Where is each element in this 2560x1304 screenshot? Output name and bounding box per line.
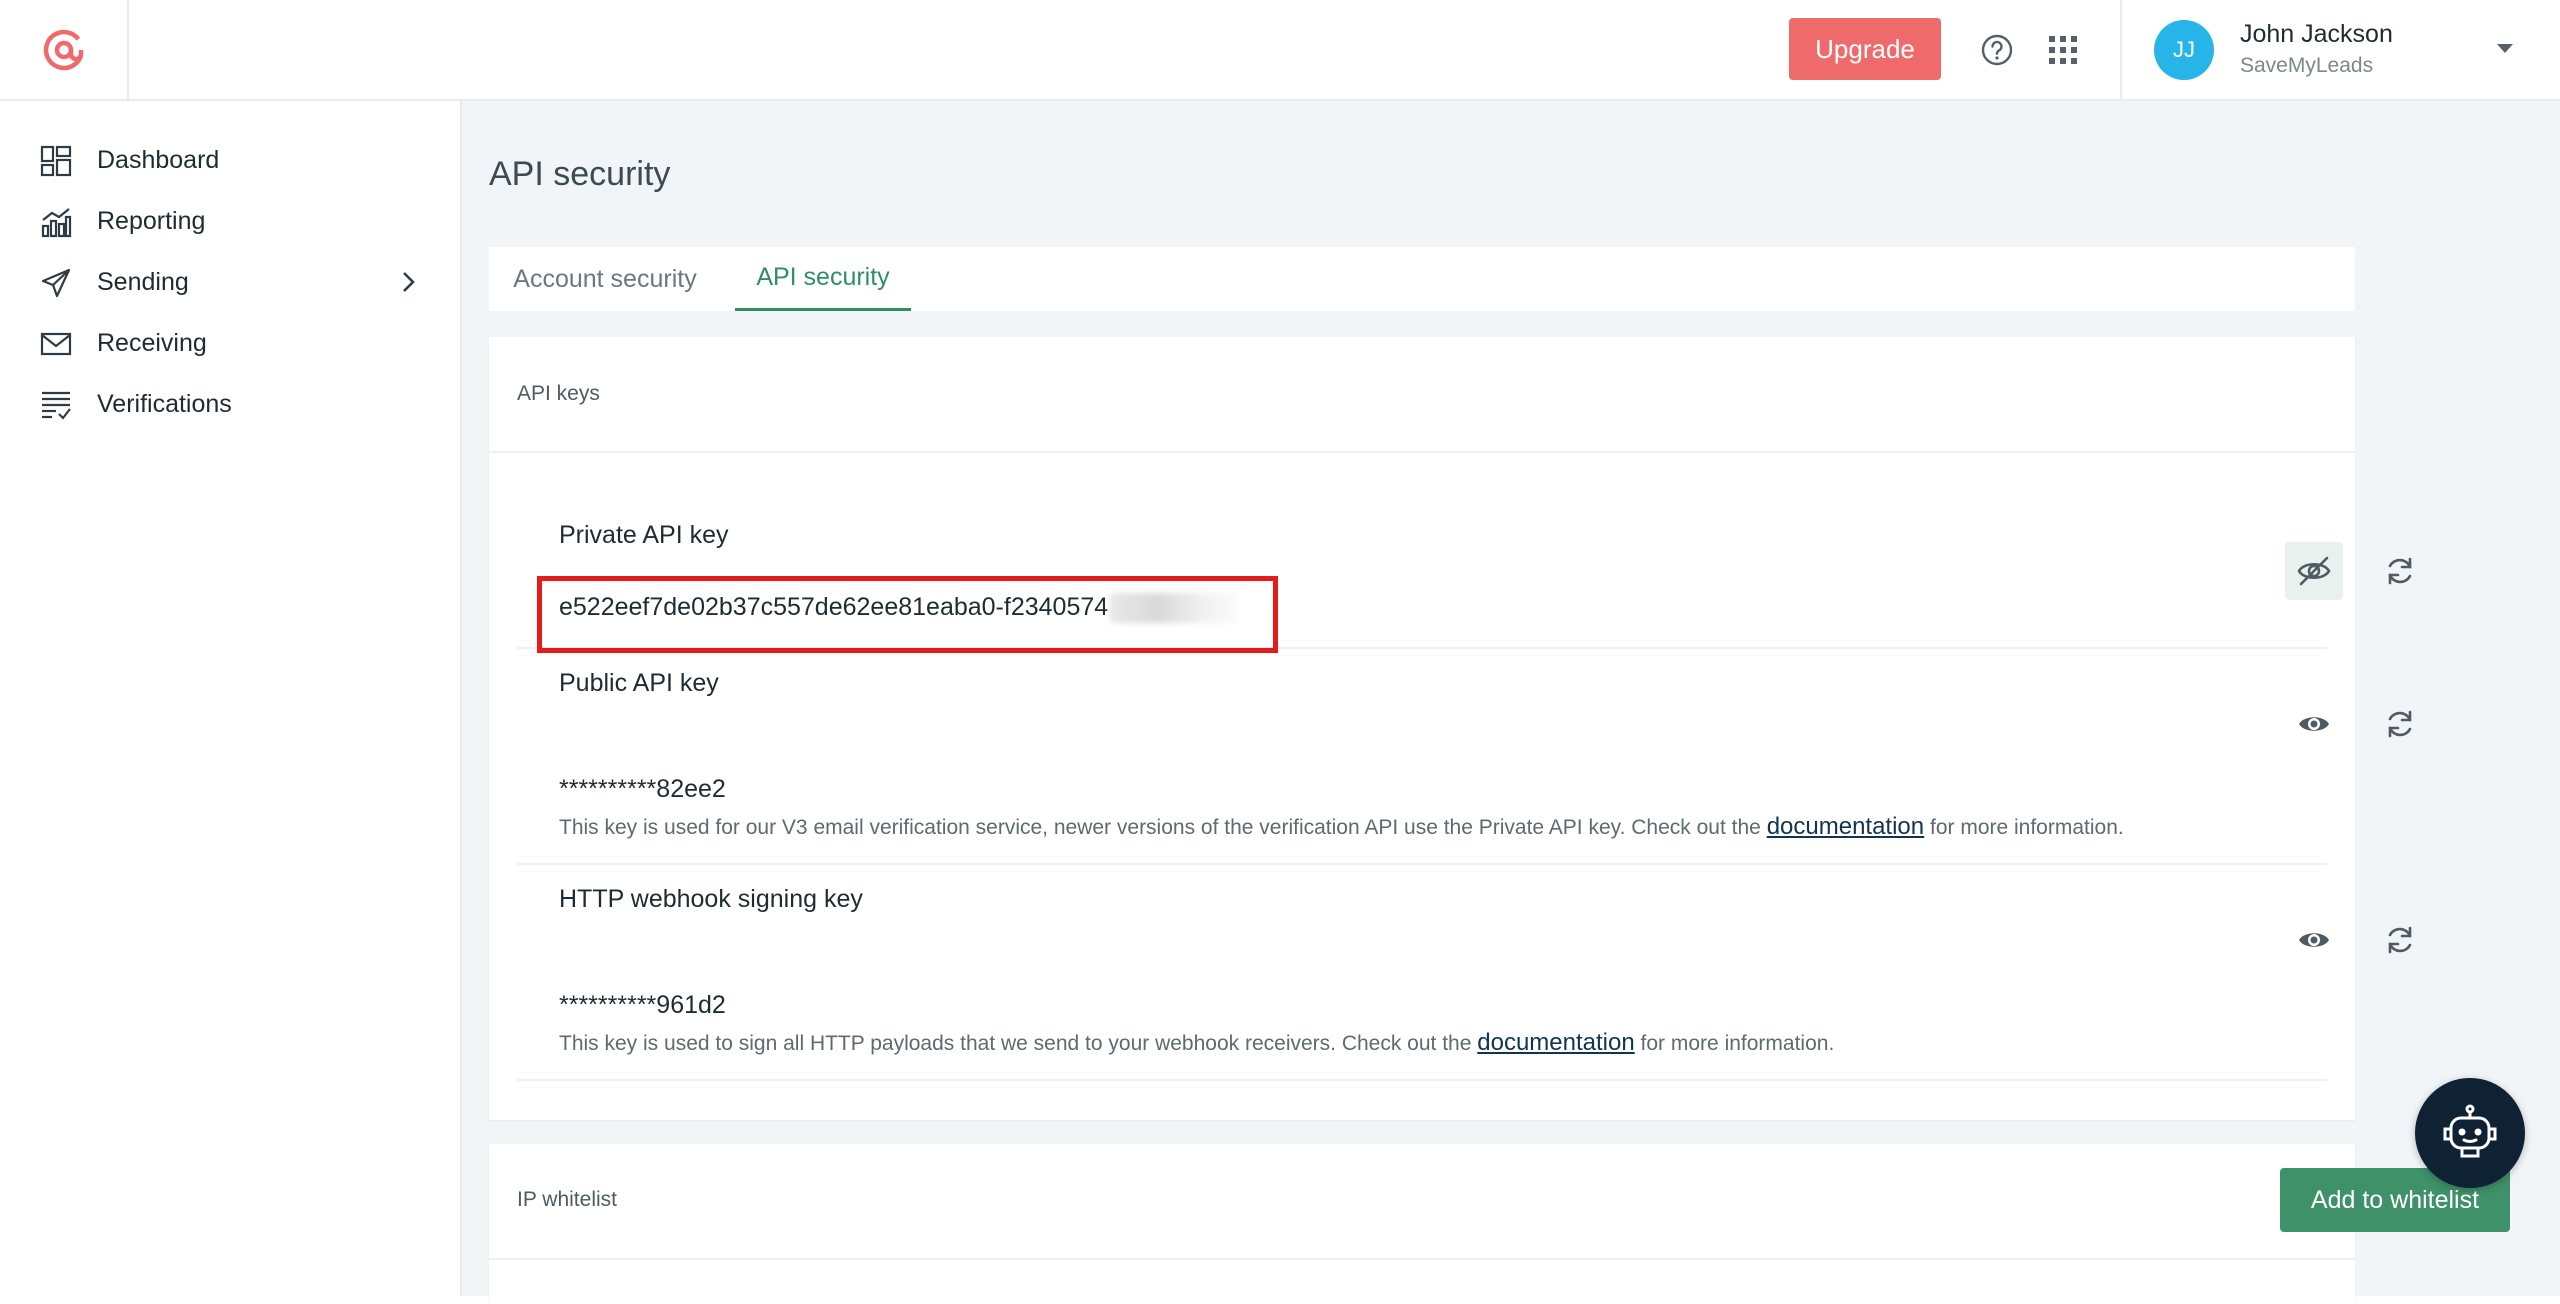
upgrade-button[interactable]: Upgrade bbox=[1789, 18, 1941, 80]
question-circle-icon[interactable] bbox=[1980, 33, 2014, 67]
checklist-icon bbox=[42, 391, 71, 420]
refresh-icon bbox=[2388, 557, 2412, 585]
webhook-key-desc-suffix: for more information. bbox=[1640, 1032, 1835, 1055]
sidebar-item-receiving[interactable]: Receiving bbox=[0, 315, 460, 371]
paper-plane-icon bbox=[41, 268, 71, 298]
user-organization: SaveMyLeads bbox=[2240, 54, 2374, 77]
eye-icon bbox=[2299, 717, 2329, 731]
redacted-key-suffix bbox=[1110, 593, 1237, 624]
webhook-key-row: HTTP webhook signing key **********961d2… bbox=[517, 865, 2412, 1081]
api-keys-card: API keys Private API key e522eef7de02b37… bbox=[489, 337, 2412, 1120]
public-key-description: This key is used for our V3 email verifi… bbox=[559, 813, 2124, 841]
private-key-row: Private API key e522eef7de02b37c557de62e… bbox=[517, 453, 2412, 649]
private-key-value[interactable]: e522eef7de02b37c557de62ee81eaba0-f234057… bbox=[559, 593, 1237, 624]
sidebar-item-label: Receiving bbox=[97, 328, 207, 357]
documentation-link[interactable]: documentation bbox=[1477, 1029, 1634, 1056]
ip-whitelist-title: IP whitelist bbox=[517, 1188, 617, 1211]
ip-whitelist-card: IP whitelist Add to whitelist bbox=[489, 1144, 2510, 1304]
sidebar-item-reporting[interactable]: Reporting bbox=[0, 193, 460, 249]
regenerate-public-key-button[interactable] bbox=[2371, 695, 2429, 753]
eye-off-icon bbox=[2297, 556, 2331, 586]
chatbot-button[interactable] bbox=[2415, 1078, 2525, 1188]
regenerate-webhook-key-button[interactable] bbox=[2371, 911, 2429, 969]
security-tabs: Account security API security bbox=[489, 247, 2355, 311]
api-keys-header: API keys bbox=[489, 337, 2355, 453]
show-webhook-key-button[interactable] bbox=[2285, 911, 2343, 969]
private-key-text: e522eef7de02b37c557de62ee81eaba0-f234057… bbox=[559, 593, 1109, 621]
chart-icon bbox=[41, 208, 72, 238]
sidebar: Dashboard Reporting Sending Receiving Ve… bbox=[0, 101, 462, 1296]
avatar: JJ bbox=[2154, 20, 2214, 80]
api-keys-title: API keys bbox=[517, 382, 600, 405]
public-key-label: Public API key bbox=[559, 669, 719, 697]
dashboard-icon bbox=[40, 145, 72, 177]
tab-account-security[interactable]: Account security bbox=[489, 247, 721, 311]
public-key-value[interactable]: **********82ee2 bbox=[559, 775, 726, 804]
show-public-key-button[interactable] bbox=[2285, 695, 2343, 753]
sidebar-item-label: Reporting bbox=[97, 206, 206, 235]
regenerate-private-key-button[interactable] bbox=[2371, 542, 2429, 600]
public-key-desc-suffix: for more information. bbox=[1929, 816, 2124, 839]
hide-key-button[interactable] bbox=[2285, 542, 2343, 600]
main-content: API security Account security API securi… bbox=[462, 101, 2560, 1304]
chevron-right-icon[interactable] bbox=[396, 270, 420, 294]
sidebar-item-dashboard[interactable]: Dashboard bbox=[0, 132, 460, 188]
webhook-key-description: This key is used to sign all HTTP payloa… bbox=[559, 1029, 1834, 1057]
user-menu[interactable]: JJ John Jackson SaveMyLeads bbox=[2120, 0, 2560, 100]
robot-icon bbox=[2443, 1104, 2497, 1158]
refresh-icon bbox=[2388, 710, 2412, 738]
eye-icon bbox=[2299, 933, 2329, 947]
apps-grid-icon[interactable] bbox=[2048, 35, 2078, 65]
webhook-key-desc-text: This key is used to sign all HTTP payloa… bbox=[559, 1032, 1472, 1055]
webhook-key-value[interactable]: **********961d2 bbox=[559, 991, 726, 1020]
page-title: API security bbox=[489, 155, 671, 193]
envelope-icon bbox=[40, 332, 72, 356]
public-key-desc-text: This key is used for our V3 email verifi… bbox=[559, 816, 1761, 839]
refresh-icon bbox=[2388, 926, 2412, 954]
sidebar-item-label: Verifications bbox=[97, 389, 232, 418]
private-key-label: Private API key bbox=[559, 521, 729, 549]
sidebar-item-label: Dashboard bbox=[97, 145, 220, 174]
webhook-key-label: HTTP webhook signing key bbox=[559, 885, 863, 913]
at-sign-logo-icon bbox=[43, 29, 84, 71]
tab-api-security[interactable]: API security bbox=[735, 247, 911, 311]
sidebar-item-label: Sending bbox=[97, 267, 189, 296]
documentation-link[interactable]: documentation bbox=[1767, 813, 1924, 840]
sidebar-item-verifications[interactable]: Verifications bbox=[0, 376, 460, 432]
user-name: John Jackson bbox=[2240, 20, 2393, 48]
public-key-row: Public API key **********82ee2 This key … bbox=[517, 649, 2412, 865]
top-header: Upgrade JJ John Jackson SaveMyLeads bbox=[0, 0, 2560, 101]
sidebar-item-sending[interactable]: Sending bbox=[0, 254, 460, 310]
caret-down-icon[interactable] bbox=[2494, 40, 2516, 58]
ip-whitelist-header: IP whitelist Add to whitelist bbox=[489, 1144, 2510, 1260]
logo-link[interactable] bbox=[0, 0, 129, 100]
